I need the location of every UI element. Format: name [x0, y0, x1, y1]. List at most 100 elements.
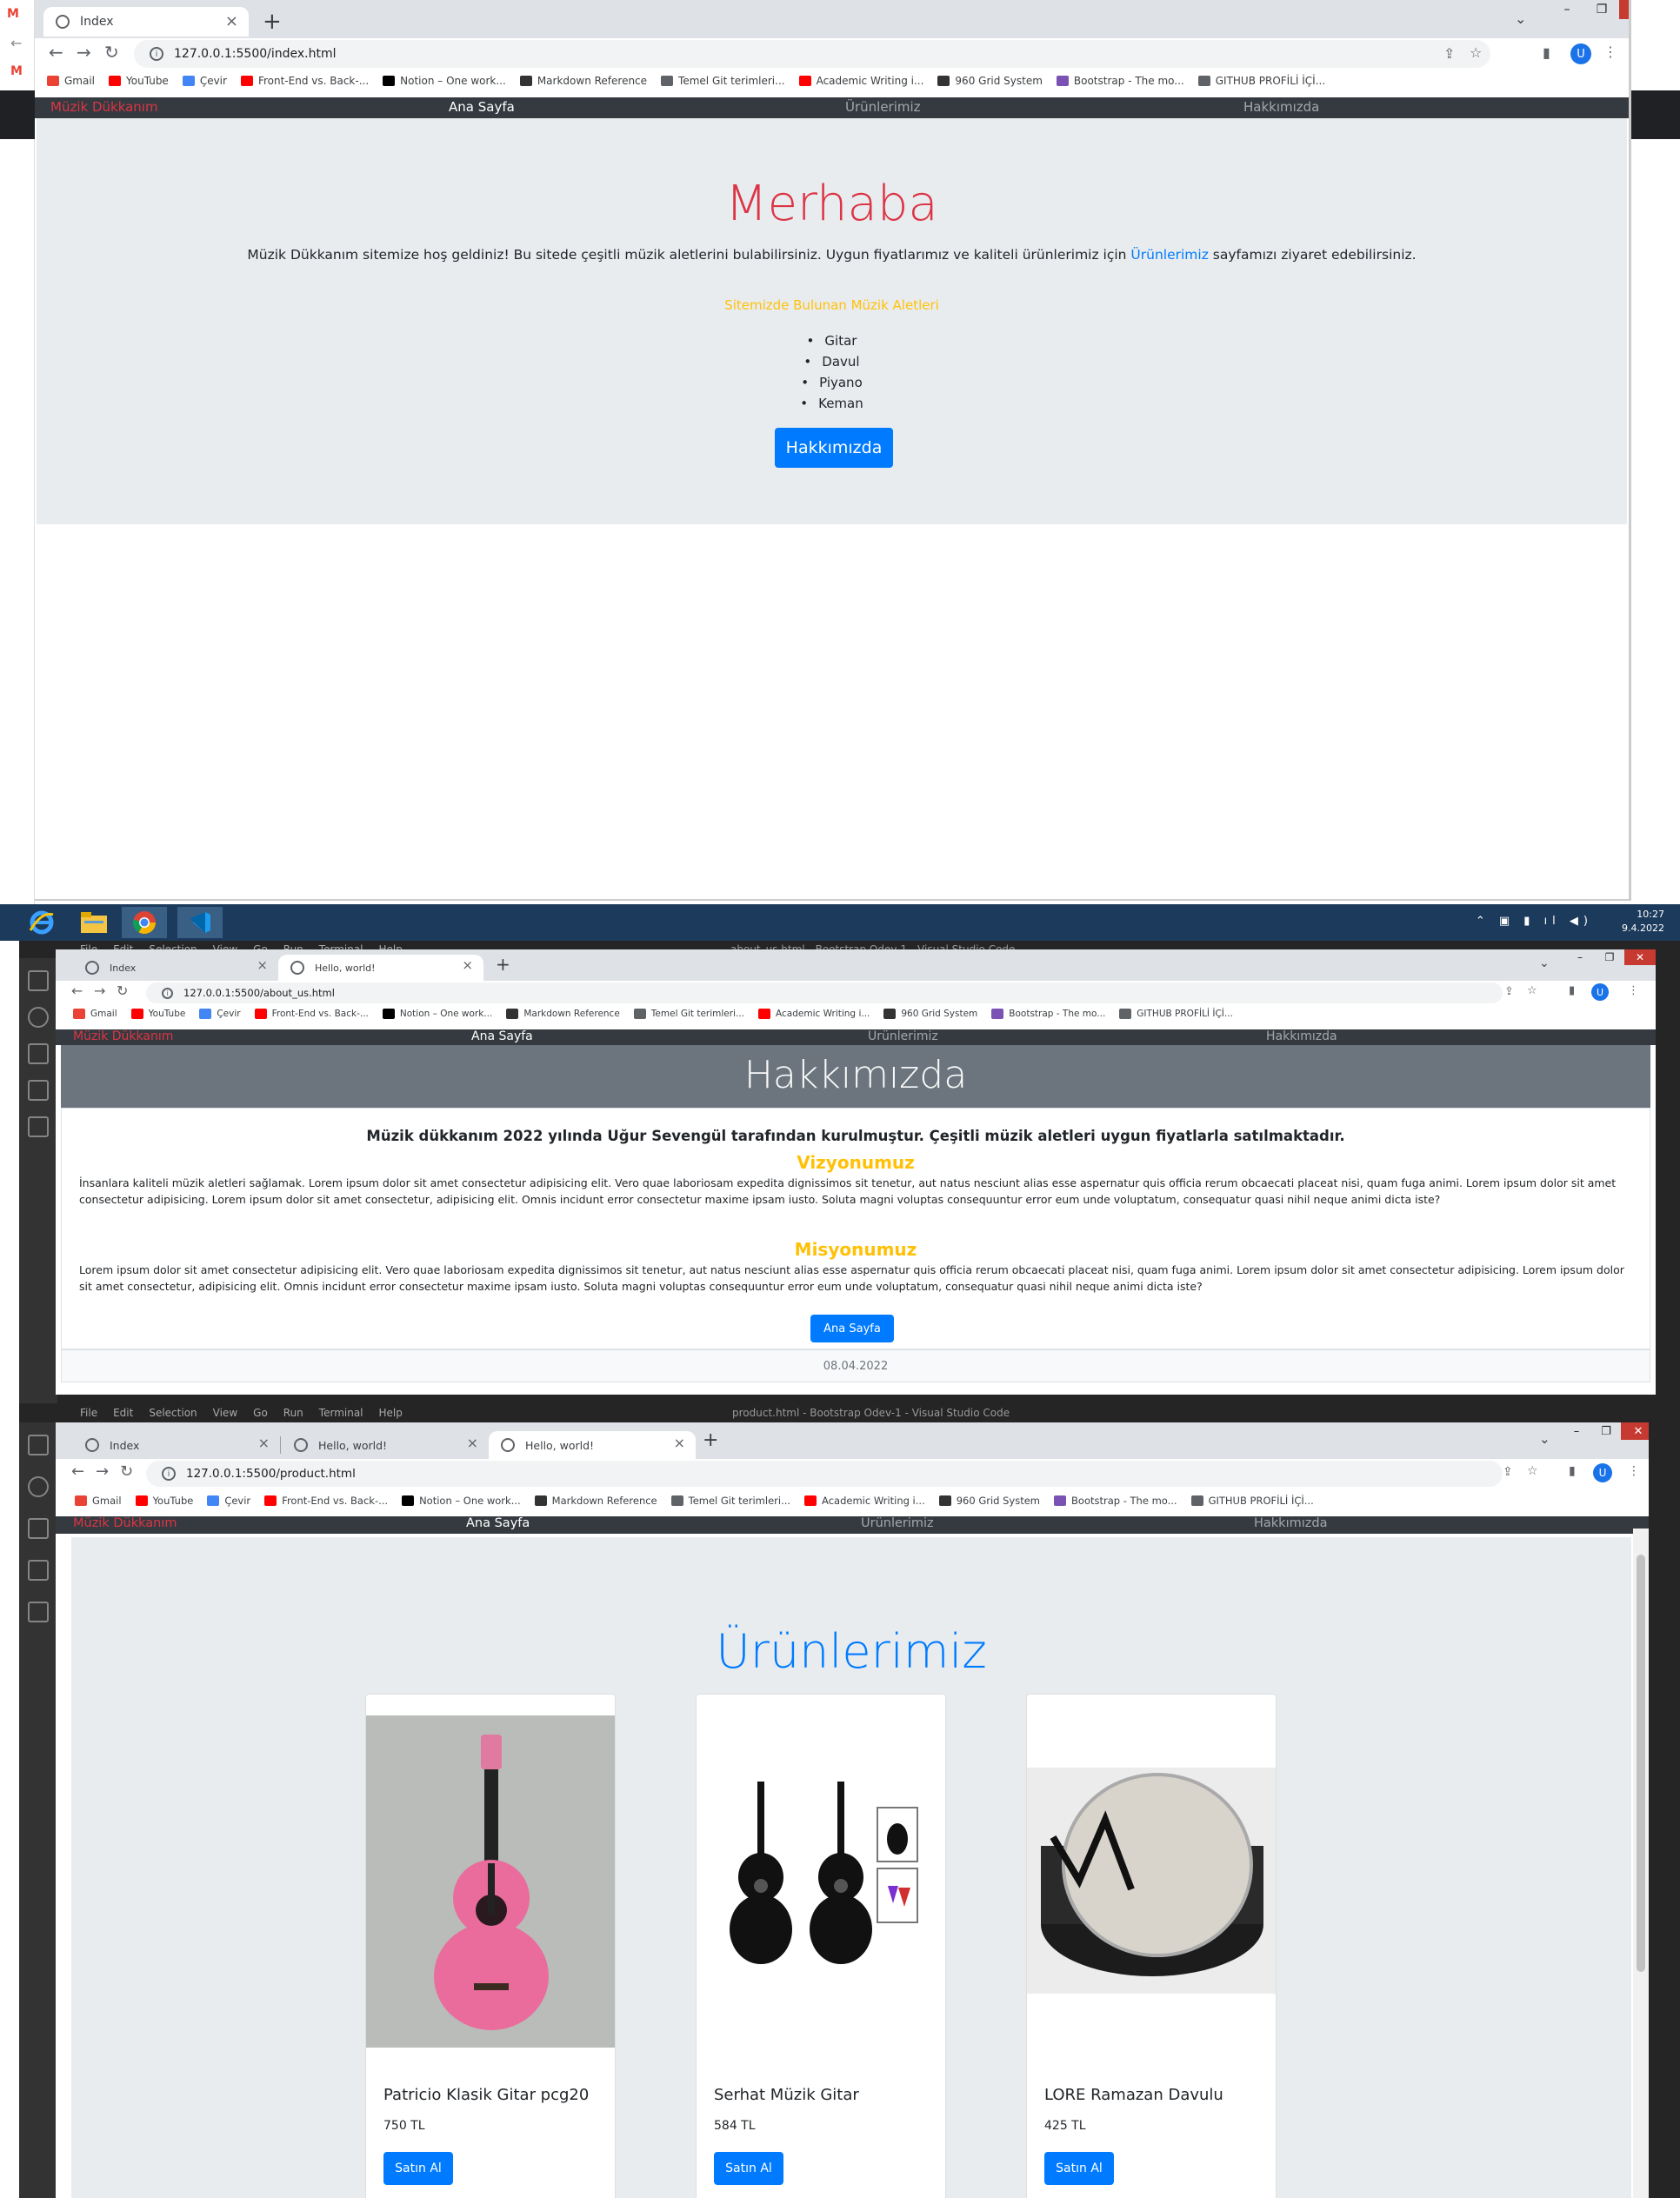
minimize-button[interactable]: – [1550, 0, 1584, 19]
nav-link-products[interactable]: Ürünlerimiz [845, 99, 921, 115]
close-tab-icon[interactable]: × [225, 12, 238, 30]
maximize-button[interactable]: ❐ [1595, 949, 1624, 965]
source-control-icon[interactable] [28, 1518, 49, 1539]
bookmark-item[interactable]: Markdown Reference [519, 75, 647, 87]
minimize-button[interactable]: – [1562, 1422, 1591, 1440]
forward-button[interactable]: → [94, 982, 105, 999]
star-icon[interactable]: ☆ [1470, 44, 1482, 61]
bookmark-item[interactable]: GITHUB PROFİLİ İÇİ... [1119, 1009, 1233, 1019]
forward-button[interactable]: → [77, 42, 91, 63]
vscode-menu-item[interactable]: File [80, 1407, 97, 1419]
bookmark-item[interactable]: Temel Git terimleri... [661, 75, 785, 87]
nav-link-products[interactable]: Ürünlerimiz [868, 1029, 938, 1043]
tab-hello-world[interactable]: Hello, world! × [282, 1431, 489, 1459]
reload-button[interactable]: ↻ [104, 42, 119, 63]
bookmark-item[interactable]: Front-End vs. Back-... [240, 75, 369, 87]
run-debug-icon[interactable] [28, 1560, 49, 1581]
bookmark-item[interactable]: Academic Writing i... [798, 75, 923, 87]
nav-link-about[interactable]: Hakkımızda [1243, 99, 1319, 115]
bookmark-item[interactable]: Çevir [199, 1009, 241, 1019]
close-tab-icon[interactable]: × [462, 957, 473, 973]
bookmark-item[interactable]: Çevir [182, 75, 227, 87]
bookmark-item[interactable]: Markdown Reference [534, 1495, 657, 1507]
about-button[interactable]: Hakkımızda [775, 428, 893, 468]
forward-button[interactable]: → [96, 1462, 109, 1481]
bookmark-item[interactable]: 960 Grid System [883, 1009, 977, 1019]
tab-hello-world-active[interactable]: Hello, world! × [489, 1431, 696, 1459]
vscode-menu-item[interactable]: Go [253, 1407, 268, 1419]
star-icon[interactable]: ☆ [1527, 1464, 1538, 1478]
close-tab-icon[interactable]: × [467, 1435, 478, 1451]
address-bar[interactable]: i 127.0.0.1:5500/index.html [134, 40, 1490, 68]
tab-hello-world[interactable]: Hello, world! × [278, 955, 483, 981]
bookmark-item[interactable]: Temel Git terimleri... [670, 1495, 790, 1507]
share-icon[interactable]: ⇪ [1443, 45, 1455, 62]
buy-button[interactable]: Satın Al [383, 2152, 453, 2185]
bookmark-item[interactable]: YouTube [135, 1495, 193, 1507]
close-tab-icon[interactable]: × [674, 1435, 685, 1451]
extensions-icon[interactable] [28, 1116, 49, 1137]
bookmark-item[interactable]: Academic Writing i... [758, 1009, 870, 1019]
navbar-brand[interactable]: Müzik Dükkanım [50, 99, 158, 115]
explorer-icon[interactable] [28, 1435, 49, 1455]
reload-button[interactable]: ↻ [120, 1462, 133, 1481]
nav-link-home[interactable]: Ana Sayfa [449, 99, 515, 115]
bookmark-item[interactable]: GITHUB PROFİLİ İÇİ... [1197, 75, 1325, 87]
address-bar[interactable]: i 127.0.0.1:5500/about_us.html [146, 982, 1503, 1003]
source-control-icon[interactable] [28, 1043, 49, 1064]
new-tab-button[interactable]: + [496, 954, 510, 975]
vscode-menu-item[interactable]: Selection [149, 1407, 197, 1419]
system-tray-icons[interactable]: ⌃ ▣ ▮ ıl ◀) [1476, 915, 1593, 928]
bookmark-item[interactable]: 960 Grid System [938, 1495, 1040, 1507]
profile-avatar[interactable]: U [1570, 43, 1591, 64]
menu-dots-icon[interactable]: ⋮ [1603, 43, 1617, 60]
reload-button[interactable]: ↻ [117, 982, 128, 999]
clock[interactable]: 10:27 9.4.2022 [1622, 908, 1664, 936]
bookmark-item[interactable]: Temel Git terimleri... [633, 1009, 744, 1019]
bookmark-item[interactable]: Front-End vs. Back-... [264, 1495, 388, 1507]
new-tab-button[interactable]: + [703, 1429, 718, 1451]
home-button[interactable]: Ana Sayfa [810, 1315, 894, 1342]
bookmark-item[interactable]: Notion – One work... [402, 1495, 521, 1507]
close-window-button[interactable]: ✕ [1619, 0, 1629, 19]
vscode-menu-item[interactable]: Run [283, 1407, 303, 1419]
close-window-button[interactable]: ✕ [1624, 949, 1656, 965]
menu-dots-icon[interactable]: ⋮ [1628, 984, 1639, 997]
bookmark-item[interactable]: GITHUB PROFİLİ İÇİ... [1190, 1495, 1314, 1507]
vscode-menu-item[interactable]: Edit [113, 1407, 133, 1419]
nav-link-about[interactable]: Hakkımızda [1266, 1029, 1337, 1043]
search-icon[interactable] [28, 1476, 49, 1497]
maximize-button[interactable]: ❐ [1591, 1422, 1621, 1440]
tab-index[interactable]: Index × [73, 1431, 280, 1459]
bookmark-item[interactable]: YouTube [130, 1009, 185, 1019]
run-debug-icon[interactable] [28, 1080, 49, 1101]
menu-dots-icon[interactable]: ⋮ [1628, 1464, 1640, 1478]
bookmark-item[interactable]: 960 Grid System [937, 75, 1043, 87]
maximize-button[interactable]: ❐ [1584, 0, 1619, 19]
page-scrollbar[interactable] [1633, 1529, 1649, 2198]
new-tab-button[interactable]: + [263, 9, 282, 35]
address-bar[interactable]: i 127.0.0.1:5500/product.html [146, 1461, 1503, 1487]
bookmark-item[interactable]: Markdown Reference [506, 1009, 620, 1019]
bookmark-item[interactable]: YouTube [109, 75, 169, 87]
chevron-down-icon[interactable]: ⌄ [1539, 956, 1550, 970]
nav-link-about[interactable]: Hakkımızda [1254, 1516, 1327, 1530]
minimize-button[interactable]: – [1565, 949, 1595, 965]
tab-index[interactable]: Index × [43, 7, 249, 37]
side-panel-icon[interactable]: ▮ [1569, 1464, 1576, 1478]
profile-avatar[interactable]: U [1591, 983, 1609, 1001]
bookmark-item[interactable]: Gmail [75, 1495, 122, 1507]
navbar-brand[interactable]: Müzik Dükkanım [73, 1516, 177, 1530]
bookmark-item[interactable]: Bootstrap - The mo... [991, 1009, 1105, 1019]
back-button[interactable]: ← [71, 982, 83, 999]
back-button[interactable]: ← [71, 1462, 84, 1481]
vscode-menu-item[interactable]: Help [379, 1407, 403, 1419]
bookmark-item[interactable]: Gmail [47, 75, 95, 87]
file-explorer-icon[interactable] [71, 907, 117, 938]
site-info-icon[interactable]: i [150, 47, 163, 61]
extensions-icon[interactable] [28, 1602, 49, 1622]
search-icon[interactable] [28, 1007, 49, 1028]
close-window-button[interactable]: ✕ [1621, 1422, 1649, 1440]
close-tab-icon[interactable]: × [258, 1435, 270, 1451]
bookmark-item[interactable]: Notion – One work... [383, 75, 506, 87]
